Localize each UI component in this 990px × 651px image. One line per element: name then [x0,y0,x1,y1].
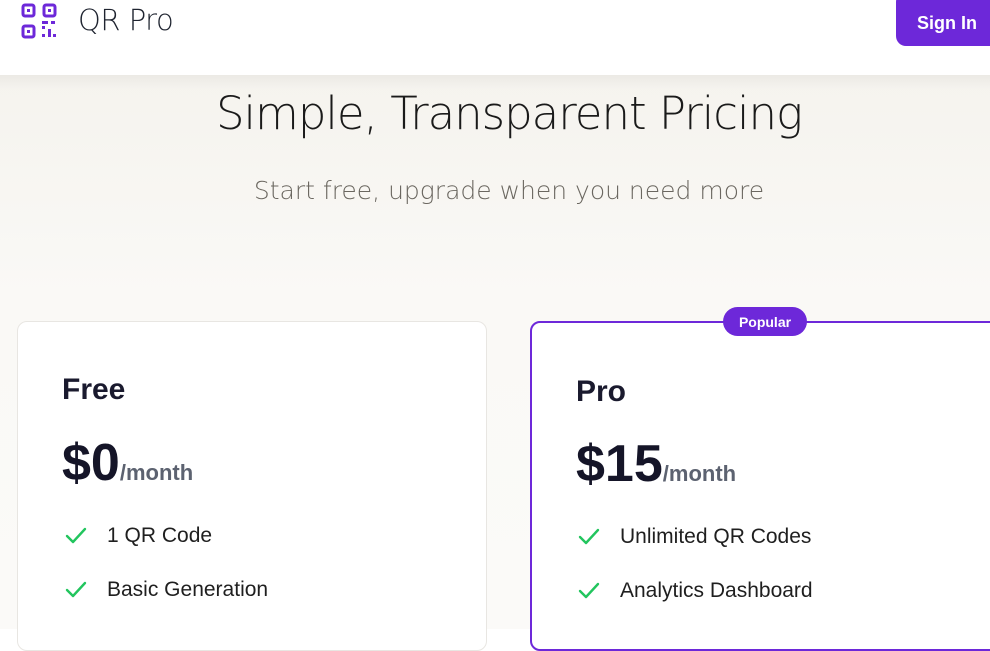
sign-in-button[interactable]: Sign In [896,0,990,46]
plan-price: $15/month [576,434,736,494]
feature-item: 1 QR Code [65,524,212,548]
price-amount: $15 [576,435,663,493]
check-icon [65,527,87,544]
price-amount: $0 [62,434,120,492]
check-icon [578,528,600,545]
popular-badge: Popular [723,307,807,336]
plan-card-pro: Pro $15/month Unlimited QR Codes Analyti… [530,321,990,651]
page-title: Simple, Transparent Pricing [215,87,803,140]
top-nav: QR Pro Sign In [0,0,990,75]
feature-item: Unlimited QR Codes [578,525,811,549]
feature-label: Unlimited QR Codes [620,525,812,548]
feature-label: Analytics Dashboard [620,579,813,602]
qr-code-icon[interactable] [21,3,57,39]
plan-price: $0/month [62,433,193,493]
price-period: /month [662,461,737,486]
plan-name: Free [62,373,126,406]
check-icon [65,581,87,598]
plan-name: Pro [576,375,627,408]
feature-item: Analytics Dashboard [578,579,813,603]
price-period: /month [119,460,194,485]
check-icon [578,582,600,599]
feature-item: Basic Generation [65,578,268,602]
plan-card-free: Free $0/month 1 QR Code Basic Generation [17,321,487,651]
feature-label: 1 QR Code [107,524,213,547]
feature-label: Basic Generation [107,578,269,601]
brand-name[interactable]: QR Pro [78,3,174,37]
header-shadow [0,75,990,89]
page-subtitle: Start free, upgrade when you need more [253,176,765,205]
